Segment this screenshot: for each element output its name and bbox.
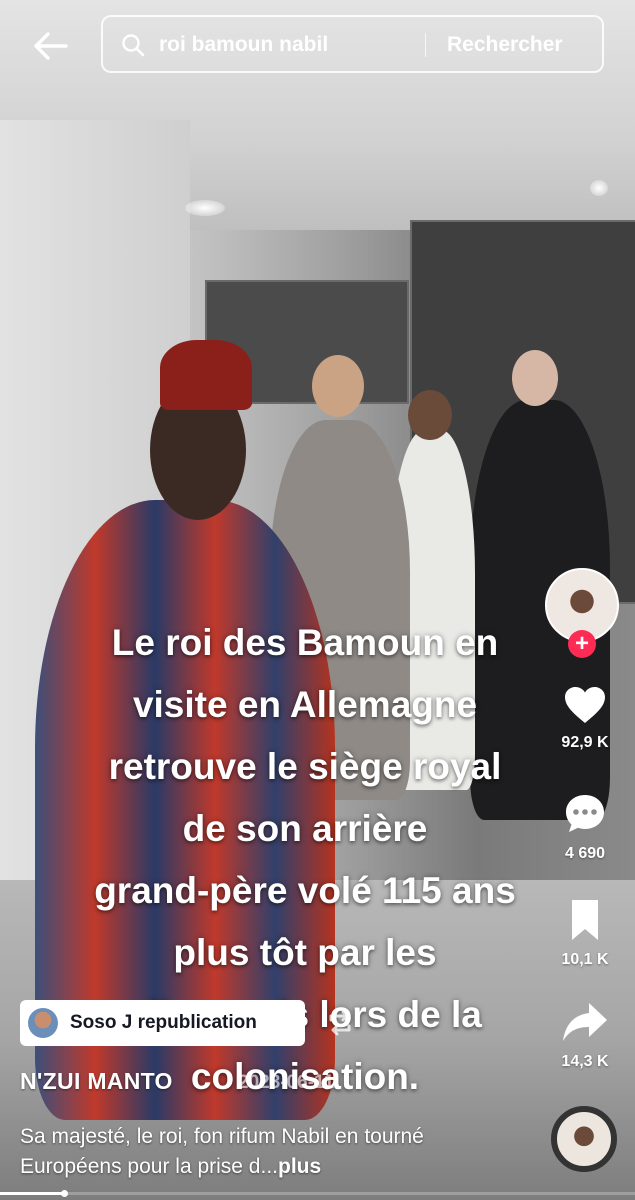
person-head xyxy=(408,390,452,440)
share-button[interactable]: 14,3 K xyxy=(545,1000,625,1071)
back-arrow-icon xyxy=(34,32,68,60)
author-name[interactable]: N'ZUI MANTO xyxy=(20,1068,173,1095)
repost-banner[interactable]: Soso J republication xyxy=(20,1000,305,1046)
caption-line: retrouve le siège royal xyxy=(108,746,502,787)
search-input[interactable]: roi bamoun nabil xyxy=(159,33,328,57)
share-icon xyxy=(563,1003,607,1041)
caption-line: visite en Allemagne xyxy=(132,684,478,725)
comment-icon xyxy=(566,795,604,832)
more-link[interactable]: plus xyxy=(278,1155,321,1178)
ceiling-light xyxy=(590,180,608,196)
ceiling-light xyxy=(185,200,225,216)
repost-avatar xyxy=(28,1008,58,1038)
search-button[interactable]: Rechercher xyxy=(447,33,563,57)
save-count: 10,1 K xyxy=(561,951,609,968)
post-date: 2023-06-11 xyxy=(238,1072,335,1093)
person-head xyxy=(512,350,558,406)
video-progress-bar[interactable] xyxy=(0,1190,635,1197)
like-count: 92,9 K xyxy=(561,734,609,751)
description-text: Sa majesté, le roi, fon rifum Nabil en t… xyxy=(20,1125,424,1178)
plus-icon: + xyxy=(574,630,589,657)
share-count: 14,3 K xyxy=(561,1053,609,1070)
progress-fill xyxy=(0,1192,64,1195)
repost-icon[interactable] xyxy=(325,1008,355,1038)
caption-line: de son arrière xyxy=(182,808,428,849)
king-hat xyxy=(160,340,252,410)
comment-count: 4 690 xyxy=(564,845,606,862)
caption-line: grand-père volé 115 ans xyxy=(94,870,516,911)
like-button[interactable]: 92,9 K xyxy=(545,685,625,752)
caption-line: Le roi des Bamoun en xyxy=(111,622,499,663)
music-disc[interactable] xyxy=(551,1106,617,1172)
search-divider xyxy=(425,33,426,57)
repost-label: Soso J republication xyxy=(70,1012,257,1033)
search-icon xyxy=(122,34,145,57)
back-button[interactable] xyxy=(28,24,72,68)
caption-line: plus tôt par les xyxy=(173,932,437,973)
progress-thumb[interactable] xyxy=(60,1190,68,1197)
person-head xyxy=(312,355,364,417)
bookmark-icon xyxy=(572,900,598,940)
post-description: Sa majesté, le roi, fon rifum Nabil en t… xyxy=(20,1122,520,1182)
comment-button[interactable]: 4 690 xyxy=(545,792,625,863)
follow-button[interactable]: + xyxy=(568,630,596,658)
heart-icon xyxy=(565,687,605,723)
search-bar[interactable]: roi bamoun nabil Rechercher xyxy=(101,15,604,73)
save-button[interactable]: 10,1 K xyxy=(545,898,625,969)
